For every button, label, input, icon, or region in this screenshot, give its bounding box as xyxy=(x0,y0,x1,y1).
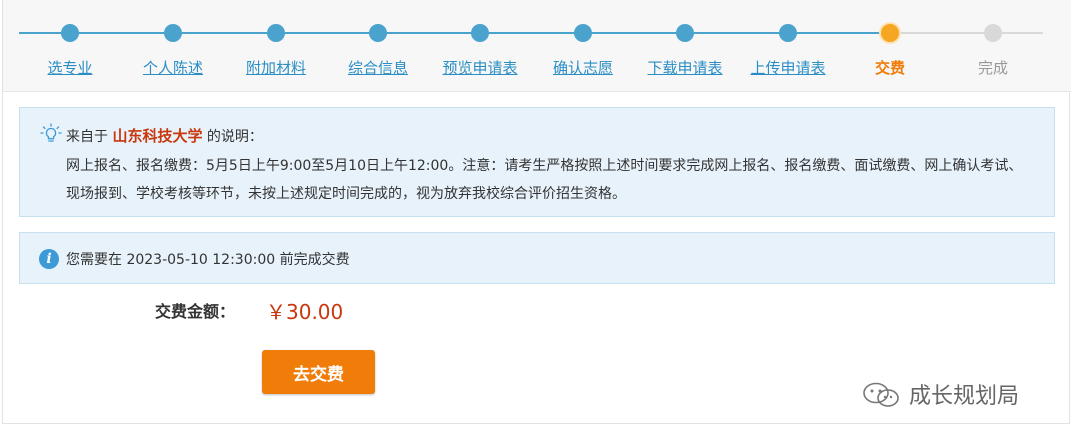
watermark: 成长规划局 xyxy=(861,376,1061,412)
progress-stepper: 选专业 个人陈述 附加材料 综合信息 预览申请表 确认志愿 下载申请表 上传申请表 交费 完成 xyxy=(3,0,1071,92)
payment-amount-value: ￥30.00 xyxy=(266,300,344,324)
step-label[interactable]: 综合信息 xyxy=(326,57,430,78)
step-2[interactable]: 个人陈述 xyxy=(121,0,225,92)
step-3[interactable]: 附加材料 xyxy=(224,0,328,92)
step-label[interactable]: 选专业 xyxy=(18,57,122,78)
deadline-text: 您需要在 2023-05-10 12:30:00 前完成交费 xyxy=(66,252,350,268)
notice-heading: 来自于 山东科技大学 的说明： xyxy=(66,125,263,146)
step-label[interactable]: 下载申请表 xyxy=(633,57,737,78)
step-dot xyxy=(267,24,285,42)
step-label: 交费 xyxy=(874,59,905,77)
step-1[interactable]: 选专业 xyxy=(18,0,122,92)
pay-button[interactable]: 去交费 xyxy=(262,350,375,394)
application-panel: 选专业 个人陈述 附加材料 综合信息 预览申请表 确认志愿 下载申请表 上传申请表 交费 完成 来… xyxy=(2,0,1071,424)
lightbulb-icon xyxy=(40,123,62,142)
step-8[interactable]: 上传申请表 xyxy=(736,0,840,92)
step-label[interactable]: 预览申请表 xyxy=(428,57,532,78)
step-label[interactable]: 个人陈述 xyxy=(121,57,225,78)
deadline-box: i 您需要在 2023-05-10 12:30:00 前完成交费 xyxy=(19,232,1055,284)
step-dot xyxy=(61,24,79,42)
step-label: 完成 xyxy=(977,59,1008,77)
step-label[interactable]: 附加材料 xyxy=(224,57,328,78)
step-6[interactable]: 确认志愿 xyxy=(531,0,635,92)
step-dot xyxy=(676,24,694,42)
notice-prefix: 来自于 xyxy=(66,129,108,145)
step-dot xyxy=(164,24,182,42)
step-dot xyxy=(984,24,1002,42)
step-dot xyxy=(881,24,899,42)
school-name: 山东科技大学 xyxy=(112,127,203,145)
watermark-text: 成长规划局 xyxy=(909,384,1020,409)
payment-amount-label: 交费金额： xyxy=(155,302,236,321)
step-dot xyxy=(471,24,489,42)
step-4[interactable]: 综合信息 xyxy=(326,0,430,92)
step-dot xyxy=(779,24,797,42)
info-icon: i xyxy=(39,249,59,269)
notice-body: 网上报名、报名缴费：5月5日上午9:00至5月10日上午12:00。注意：请考生… xyxy=(66,158,1023,202)
step-dot xyxy=(574,24,592,42)
step-7[interactable]: 下载申请表 xyxy=(633,0,737,92)
wechat-icon xyxy=(863,382,899,407)
step-5[interactable]: 预览申请表 xyxy=(428,0,532,92)
step-label[interactable]: 确认志愿 xyxy=(531,57,635,78)
school-notice-box: 来自于 山东科技大学 的说明： 网上报名、报名缴费：5月5日上午9:00至5月1… xyxy=(19,107,1055,217)
step-10: 完成 xyxy=(941,0,1045,92)
step-dot xyxy=(369,24,387,42)
notice-suffix: 的说明： xyxy=(206,129,263,145)
step-label[interactable]: 上传申请表 xyxy=(736,57,840,78)
step-9: 交费 xyxy=(838,0,942,92)
